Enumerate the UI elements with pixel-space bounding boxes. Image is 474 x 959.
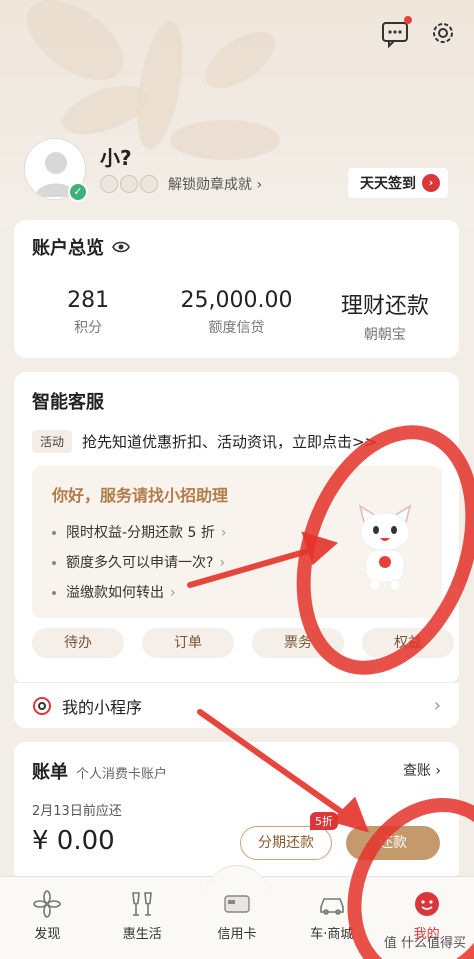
chevron-right-icon: › (433, 695, 441, 716)
stat-value: 281 (67, 288, 110, 313)
overview-stats: 281 积分 25,000.00 额度信贷 理财还款 朝朝宝 (14, 288, 459, 344)
promo-badge: 5折 (310, 812, 338, 830)
service-title: 智能客服 (32, 392, 104, 413)
stat-points[interactable]: 281 积分 (14, 288, 162, 344)
service-chips: 待办 订单 票务 权益 (32, 628, 454, 658)
assistant-greeting: 你好，服务请找小招助理 (52, 486, 229, 505)
question-item[interactable]: 限时权益-分期还款 5 折 › (52, 518, 226, 548)
unlock-badges-link[interactable]: 解锁勋章成就 › (168, 174, 262, 194)
question-item[interactable]: 溢缴款如何转出 › (52, 578, 226, 608)
assistant-panel: 你好，服务请找小招助理 限时权益-分期还款 5 折 › 额度多久可以申请一次? › … (32, 466, 442, 618)
badge-row[interactable]: 解锁勋章成就 › (100, 174, 262, 194)
due-amount: ¥ 0.00 (32, 826, 115, 856)
profile-section: ✓ 小? 解锁勋章成就 › 天天签到 › (24, 138, 454, 202)
stat-label: 积分 (74, 320, 103, 336)
installment-button[interactable]: 分期还款 (240, 826, 332, 860)
chip-orders[interactable]: 订单 (142, 628, 234, 658)
signin-label: 天天签到 (360, 176, 416, 192)
view-bill-link[interactable]: 查账 › (403, 760, 441, 780)
message-icon[interactable] (380, 16, 412, 49)
tab-life[interactable]: 惠生活 (95, 877, 190, 959)
repay-button[interactable]: 还款 (346, 826, 440, 860)
chip-benefits[interactable]: 权益 (362, 628, 454, 658)
chevron-right-icon: › (220, 525, 227, 541)
question-text: 限时权益-分期还款 5 折 (66, 525, 215, 541)
mini-program-row[interactable]: 我的小程序 › (14, 682, 459, 728)
notification-dot (404, 16, 412, 24)
eye-icon[interactable] (112, 240, 130, 254)
bill-subtitle: 个人消费卡账户 (76, 767, 168, 782)
watermark: 值 什么值得买 (383, 936, 466, 951)
username: 小? (100, 146, 132, 170)
tab-label: 发现 (34, 927, 61, 942)
question-text: 额度多久可以申请一次? (66, 555, 214, 571)
stat-label: 朝朝宝 (363, 327, 406, 343)
daily-signin-button[interactable]: 天天签到 › (348, 168, 448, 198)
badge-icon (140, 175, 158, 193)
glasses-cheers-icon (132, 892, 153, 916)
mini-program-label: 我的小程序 (62, 697, 143, 717)
stat-value: 理财还款 (340, 294, 429, 319)
top-actions (380, 16, 458, 49)
badge-icon (100, 175, 118, 193)
arrow-right-icon: › (422, 174, 440, 192)
chevron-right-icon: › (170, 585, 176, 601)
account-overview-card: 账户总览 281 积分 25,000.00 额度信贷 理财还款 朝朝宝 (14, 220, 459, 358)
car-icon (319, 898, 344, 915)
overview-title-text: 账户总览 (32, 238, 104, 259)
stat-wealth[interactable]: 理财还款 朝朝宝 (311, 288, 459, 344)
due-date: 2月13日前应还 (32, 804, 122, 819)
stat-label: 额度信贷 (208, 320, 265, 336)
mini-program-icon (33, 696, 51, 715)
overview-title: 账户总览 (32, 234, 130, 260)
gear-icon[interactable] (428, 18, 458, 48)
smart-service-card: 智能客服 活动 抢先知道优惠折扣、活动资讯，立即点击>> 你好，服务请找小招助理… (14, 372, 459, 684)
stat-value: 25,000.00 (180, 288, 293, 313)
bill-title: 账单 (32, 762, 68, 783)
tab-label: 信用卡 (217, 927, 257, 942)
flower-icon (33, 890, 62, 918)
stat-credit[interactable]: 25,000.00 额度信贷 (162, 288, 310, 344)
question-text: 溢缴款如何转出 (66, 585, 164, 601)
tab-label: 车·商城 (310, 927, 354, 942)
verified-check-icon: ✓ (68, 182, 88, 202)
question-list: 限时权益-分期还款 5 折 › 额度多久可以申请一次? › 溢缴款如何转出 › (52, 518, 226, 608)
cat-mascot-icon (358, 504, 412, 591)
tab-label: 惠生活 (122, 927, 162, 942)
tab-credit-card[interactable]: 信用卡 (190, 877, 285, 959)
tab-car-mall[interactable]: 车·商城 (284, 877, 379, 959)
credit-card-icon (224, 895, 250, 913)
activity-text: 抢先知道优惠折扣、活动资讯，立即点击>> (82, 433, 378, 451)
chip-todo[interactable]: 待办 (32, 628, 124, 658)
bill-header: 账单 个人消费卡账户 (32, 758, 167, 784)
activity-tag: 活动 (32, 430, 73, 453)
tab-discover[interactable]: 发现 (0, 877, 95, 959)
bill-card: 账单 个人消费卡账户 查账 › 2月13日前应还 ¥ 0.00 分期还款 5折 … (14, 742, 459, 882)
question-item[interactable]: 额度多久可以申请一次? › (52, 548, 226, 578)
chevron-right-icon: › (219, 555, 226, 571)
activity-banner[interactable]: 活动 抢先知道优惠折扣、活动资讯，立即点击>> (32, 430, 377, 453)
chip-tickets[interactable]: 票务 (252, 628, 344, 658)
badge-icon (120, 175, 138, 193)
user-face-icon (414, 892, 439, 916)
